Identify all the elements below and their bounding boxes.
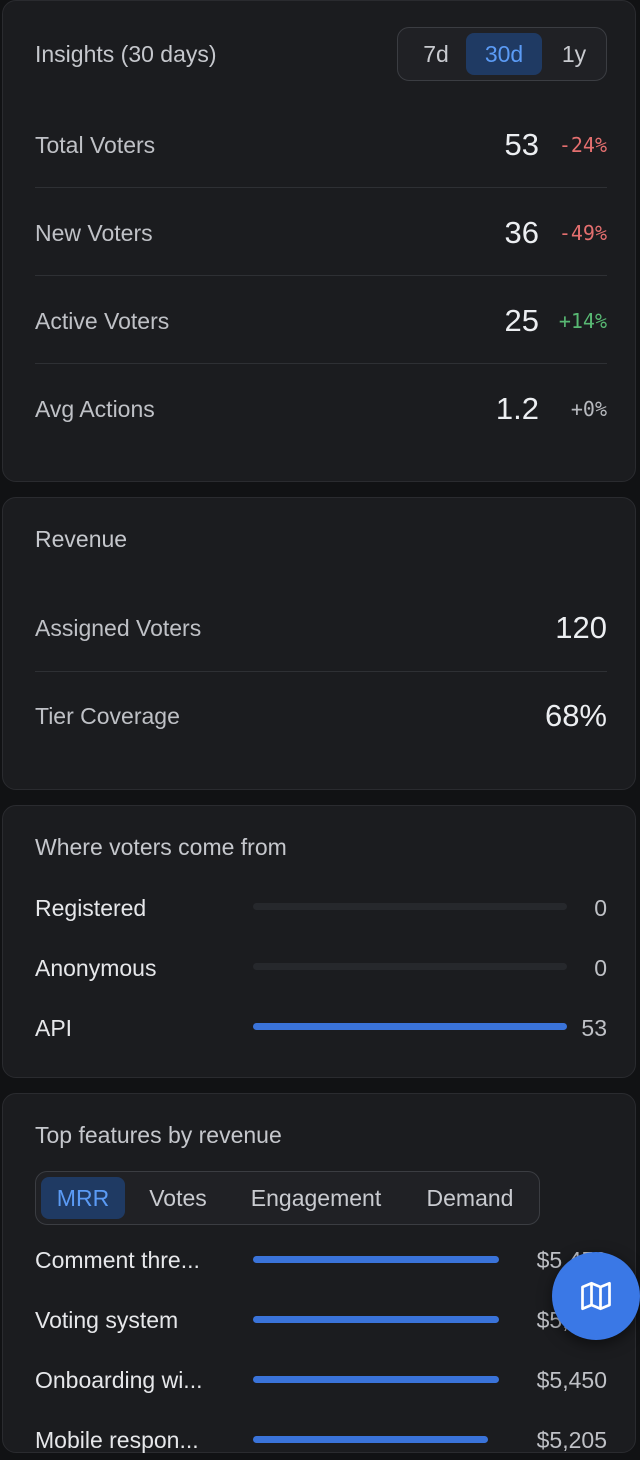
tab-votes[interactable]: Votes bbox=[132, 1177, 224, 1219]
metric-value: 1.2 bbox=[495, 391, 539, 426]
divider bbox=[35, 363, 607, 364]
revenue-card: Revenue Assigned Voters 120 Tier Coverag… bbox=[2, 497, 636, 790]
metric-value: 120 bbox=[555, 610, 607, 645]
feature-bar-fill bbox=[253, 1256, 499, 1263]
metric-value: 53 bbox=[504, 127, 539, 162]
metric-label: New Voters bbox=[35, 220, 153, 246]
source-label: Registered bbox=[35, 895, 147, 921]
source-row-registered: Registered 0 bbox=[35, 888, 607, 928]
source-bar-track bbox=[253, 903, 567, 910]
metric-change: -49% bbox=[558, 221, 607, 245]
metric-label: Active Voters bbox=[35, 308, 170, 334]
source-count: 0 bbox=[594, 895, 607, 921]
sources-title: Where voters come from bbox=[35, 834, 287, 860]
source-row-anonymous: Anonymous 0 bbox=[35, 948, 607, 988]
metric-label: Tier Coverage bbox=[35, 703, 180, 729]
tab-demand[interactable]: Demand bbox=[410, 1177, 530, 1219]
feature-bar-track bbox=[253, 1436, 499, 1443]
feature-row[interactable]: Voting system $5,450 bbox=[35, 1300, 607, 1340]
feature-row[interactable]: Mobile respon... $5,205 bbox=[35, 1420, 607, 1460]
feature-value: $5,450 bbox=[536, 1367, 607, 1393]
metric-avg-actions: Avg Actions 1.2 +0% bbox=[35, 365, 607, 453]
feature-label: Voting system bbox=[35, 1307, 179, 1333]
feature-value: $5,205 bbox=[536, 1427, 607, 1453]
revenue-title: Revenue bbox=[35, 526, 128, 552]
insights-card: Insights (30 days) 7d 30d 1y Total Voter… bbox=[2, 0, 636, 482]
period-selector: 7d 30d 1y bbox=[397, 27, 607, 81]
source-bar-fill bbox=[253, 1023, 567, 1030]
feature-row[interactable]: Onboarding wi... $5,450 bbox=[35, 1360, 607, 1400]
metric-label: Total Voters bbox=[35, 132, 156, 158]
metric-total-voters: Total Voters 53 -24% bbox=[35, 101, 607, 189]
source-count: 0 bbox=[594, 955, 607, 981]
period-7d-button[interactable]: 7d bbox=[406, 33, 466, 75]
insights-title: Insights (30 days) bbox=[35, 41, 217, 67]
tab-mrr[interactable]: MRR bbox=[41, 1177, 125, 1219]
source-count: 53 bbox=[581, 1015, 607, 1041]
map-icon bbox=[581, 1281, 611, 1311]
metric-assigned-voters: Assigned Voters 120 bbox=[35, 584, 607, 672]
metric-value: 68% bbox=[544, 698, 607, 733]
feature-bar-fill bbox=[253, 1436, 488, 1443]
metric-change: +0% bbox=[570, 397, 607, 421]
feature-bar-track bbox=[253, 1256, 499, 1263]
source-label: Anonymous bbox=[35, 955, 157, 981]
metric-change: +14% bbox=[558, 309, 607, 333]
period-1y-button[interactable]: 1y bbox=[544, 33, 604, 75]
metric-label: Avg Actions bbox=[35, 396, 155, 422]
metric-active-voters: Active Voters 25 +14% bbox=[35, 277, 607, 365]
source-bar-track bbox=[253, 963, 567, 970]
metric-change: -24% bbox=[558, 133, 607, 157]
period-30d-button[interactable]: 30d bbox=[466, 33, 542, 75]
metric-label: Assigned Voters bbox=[35, 615, 202, 641]
divider bbox=[35, 275, 607, 276]
feature-label: Onboarding wi... bbox=[35, 1367, 203, 1393]
feature-bar-track bbox=[253, 1316, 499, 1323]
source-label: API bbox=[35, 1015, 73, 1041]
feature-label: Mobile respon... bbox=[35, 1427, 199, 1453]
feature-row[interactable]: Comment thre... $5,450 bbox=[35, 1240, 607, 1280]
metric-tabs: MRR Votes Engagement Demand bbox=[35, 1171, 540, 1225]
tab-engagement[interactable]: Engagement bbox=[234, 1177, 398, 1219]
feature-label: Comment thre... bbox=[35, 1247, 200, 1273]
metric-new-voters: New Voters 36 -49% bbox=[35, 189, 607, 277]
sources-card: Where voters come from Registered 0 Anon… bbox=[2, 805, 636, 1078]
metric-value: 25 bbox=[504, 303, 539, 338]
source-row-api: API 53 bbox=[35, 1008, 607, 1048]
metric-value: 36 bbox=[504, 215, 539, 250]
metric-tier-coverage: Tier Coverage 68% bbox=[35, 672, 607, 760]
feature-bar-track bbox=[253, 1376, 499, 1383]
feature-bar-fill bbox=[253, 1316, 499, 1323]
top-features-title: Top features by revenue bbox=[35, 1122, 282, 1148]
divider bbox=[35, 187, 607, 188]
source-bar-track bbox=[253, 1023, 567, 1030]
roadmap-fab-button[interactable] bbox=[552, 1252, 640, 1340]
top-features-card: Top features by revenue MRR Votes Engage… bbox=[2, 1093, 636, 1453]
feature-bar-fill bbox=[253, 1376, 499, 1383]
